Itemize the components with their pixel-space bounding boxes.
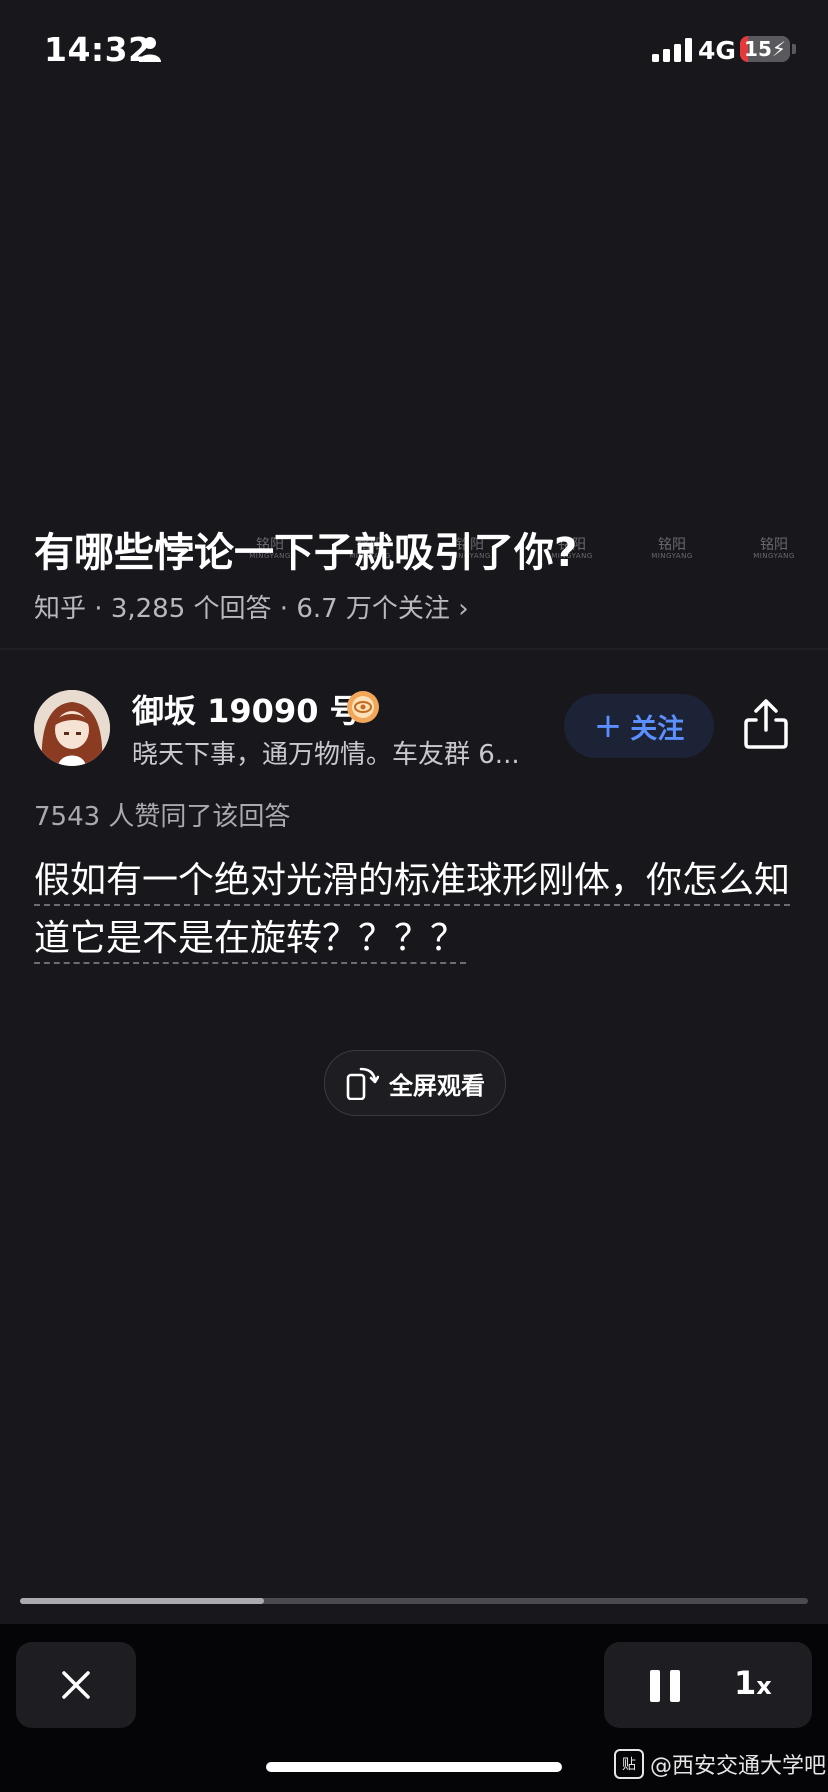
network-type: 4G — [698, 36, 736, 65]
question-meta[interactable]: 知乎 · 3,285 个回答 · 6.7 万个关注 › — [34, 588, 469, 625]
answer-text[interactable]: 假如有一个绝对光滑的标准球形刚体，你怎么知道它是不是在旋转？？？？ — [34, 852, 794, 968]
battery-nub — [792, 44, 796, 54]
fullscreen-label: 全屏观看 — [389, 1071, 485, 1100]
watermark: 铭阳 MINGYANG — [249, 537, 291, 561]
playback-speed-button[interactable]: 1x — [734, 1664, 772, 1702]
source-name: 知乎 — [34, 594, 87, 624]
avatar-image — [34, 690, 110, 766]
status-time: 14:32 — [44, 30, 152, 69]
watermark: 铭阳 MINGYANG — [349, 537, 391, 561]
follow-button[interactable]: + 关注 — [564, 694, 714, 758]
pause-icon[interactable] — [648, 1670, 682, 1702]
watermark: 铭阳 MINGYANG — [651, 537, 693, 561]
battery-icon: 15⚡ — [740, 36, 790, 62]
author-bio: 晓天下事，通万物情。车友群 6... — [132, 740, 520, 770]
fullscreen-button[interactable]: 全屏观看 — [324, 1050, 506, 1116]
watermark: 铭阳 MINGYANG — [449, 537, 491, 561]
plus-icon: + — [593, 706, 623, 746]
follow-label: 关注 — [630, 713, 685, 745]
divider — [0, 648, 828, 650]
share-icon[interactable] — [742, 698, 790, 750]
rotate-phone-icon — [346, 1067, 379, 1100]
likes-count: 7543 人赞同了该回答 — [34, 802, 291, 832]
watermark: 铭阳 MINGYANG — [551, 537, 593, 561]
home-indicator[interactable] — [266, 1762, 562, 1772]
signal-icon — [652, 38, 692, 62]
follower-count: 6.7 万个关注 — [296, 594, 450, 624]
badge-icon — [347, 691, 379, 723]
video-progress-fill — [20, 1598, 265, 1604]
forum-watermark-text: @西安交通大学吧 — [650, 1754, 827, 1779]
video-progress-bar[interactable] — [20, 1598, 808, 1604]
avatar[interactable] — [34, 690, 110, 766]
chevron-right-icon: › — [458, 594, 469, 624]
forum-icon: 贴 — [614, 1749, 644, 1779]
battery-percent: 15⚡ — [744, 37, 786, 61]
meta-separator: · — [279, 594, 289, 624]
author-name[interactable]: 御坂 19090 号 — [132, 686, 362, 732]
watermark: 铭阳 MINGYANG — [753, 537, 795, 561]
close-button[interactable] — [16, 1642, 136, 1728]
meta-separator: · — [94, 594, 103, 624]
person-icon — [139, 37, 161, 62]
forum-watermark: 贴 @西安交通大学吧 — [614, 1748, 826, 1780]
close-icon — [62, 1671, 90, 1699]
playback-controls: 1x — [604, 1642, 812, 1728]
answer-count: 3,285 个回答 — [110, 594, 272, 624]
